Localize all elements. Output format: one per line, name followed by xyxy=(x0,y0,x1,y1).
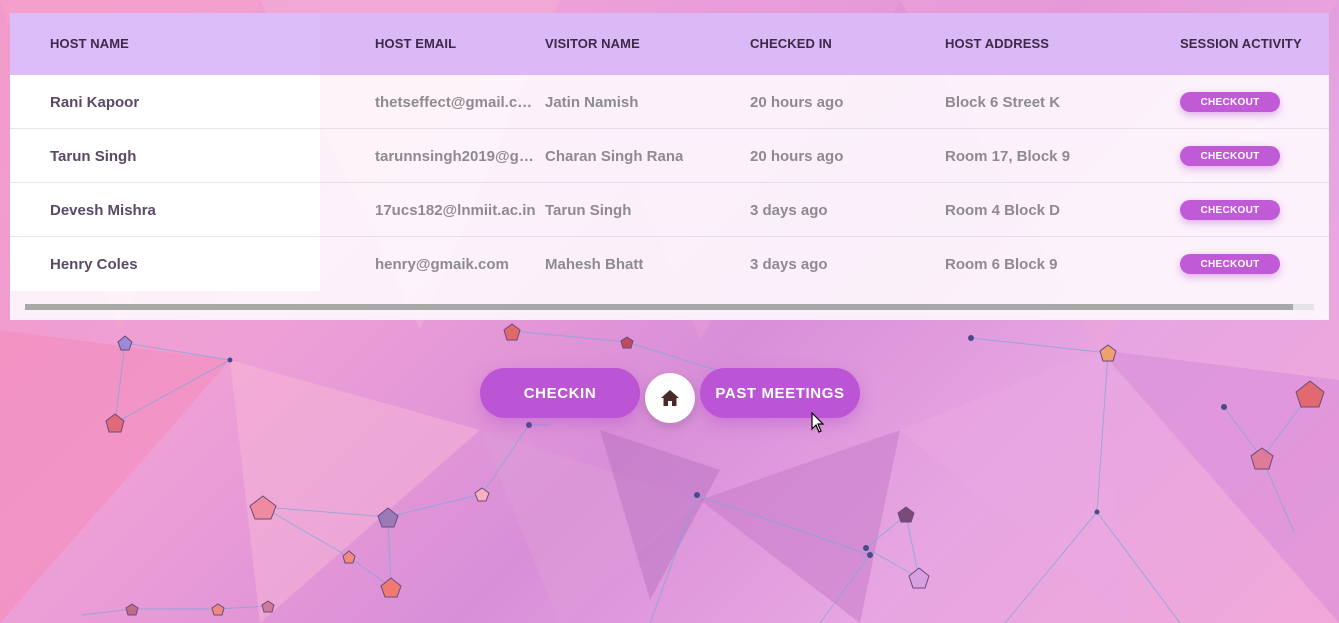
past-meetings-button[interactable]: PAST MEETINGS xyxy=(700,368,860,418)
mouse-cursor-icon xyxy=(811,412,825,433)
cell-visitor-name: Tarun Singh xyxy=(545,202,632,219)
table-row: Rani Kapoor thetseffect@gmail.com Jatin … xyxy=(10,75,1329,129)
meetings-table: HOST NAME HOST EMAIL VISITOR NAME CHECKE… xyxy=(10,13,1329,320)
cell-host-name: Tarun Singh xyxy=(50,148,137,165)
cell-visitor-name: Mahesh Bhatt xyxy=(545,256,644,273)
cell-host-address: Room 4 Block D xyxy=(945,202,1061,219)
checkout-button[interactable]: CHECKOUT xyxy=(1180,254,1280,274)
cell-checked-in: 3 days ago xyxy=(750,202,828,219)
cell-host-email: thetseffect@gmail.com xyxy=(375,94,538,111)
home-icon xyxy=(661,390,679,406)
table-row: Henry Coles henry@gmaik.com Mahesh Bhatt… xyxy=(10,237,1329,291)
cell-checked-in: 3 days ago xyxy=(750,256,828,273)
cell-host-name: Rani Kapoor xyxy=(50,94,140,111)
header-host-address[interactable]: HOST ADDRESS xyxy=(945,36,1049,51)
cell-host-address: Block 6 Street K xyxy=(945,94,1061,111)
cell-visitor-name: Jatin Namish xyxy=(545,94,639,111)
checkout-button[interactable]: CHECKOUT xyxy=(1180,92,1280,112)
checkout-button[interactable]: CHECKOUT xyxy=(1180,146,1280,166)
cell-host-name: Henry Coles xyxy=(50,256,138,273)
cell-host-address: Room 6 Block 9 xyxy=(945,256,1058,273)
checkout-button[interactable]: CHECKOUT xyxy=(1180,200,1280,220)
cell-host-address: Room 17, Block 9 xyxy=(945,148,1071,165)
checkin-button[interactable]: CHECKIN xyxy=(480,368,640,418)
header-session-activity[interactable]: SESSION ACTIVITY xyxy=(1180,36,1302,51)
cell-host-email: henry@gmaik.com xyxy=(375,256,509,273)
header-host-name[interactable]: HOST NAME xyxy=(50,36,129,51)
header-checked-in[interactable]: CHECKED IN xyxy=(750,36,832,51)
cell-host-email: 17ucs182@lnmiit.ac.in xyxy=(375,202,536,219)
cell-host-name: Devesh Mishra xyxy=(50,202,156,219)
cell-visitor-name: Charan Singh Rana xyxy=(545,148,684,165)
cell-checked-in: 20 hours ago xyxy=(750,94,844,111)
header-visitor-name[interactable]: VISITOR NAME xyxy=(545,36,640,51)
table-row: Devesh Mishra 17ucs182@lnmiit.ac.in Taru… xyxy=(10,183,1329,237)
header-host-email[interactable]: HOST EMAIL xyxy=(375,36,456,51)
table-header: HOST NAME HOST EMAIL VISITOR NAME CHECKE… xyxy=(10,13,1329,75)
horizontal-scrollbar-thumb[interactable] xyxy=(25,304,1293,310)
table-row: Tarun Singh tarunnsingh2019@gm... Charan… xyxy=(10,129,1329,183)
home-button[interactable] xyxy=(645,373,695,423)
cell-checked-in: 20 hours ago xyxy=(750,148,844,165)
cell-host-email: tarunnsingh2019@gm... xyxy=(375,148,538,165)
